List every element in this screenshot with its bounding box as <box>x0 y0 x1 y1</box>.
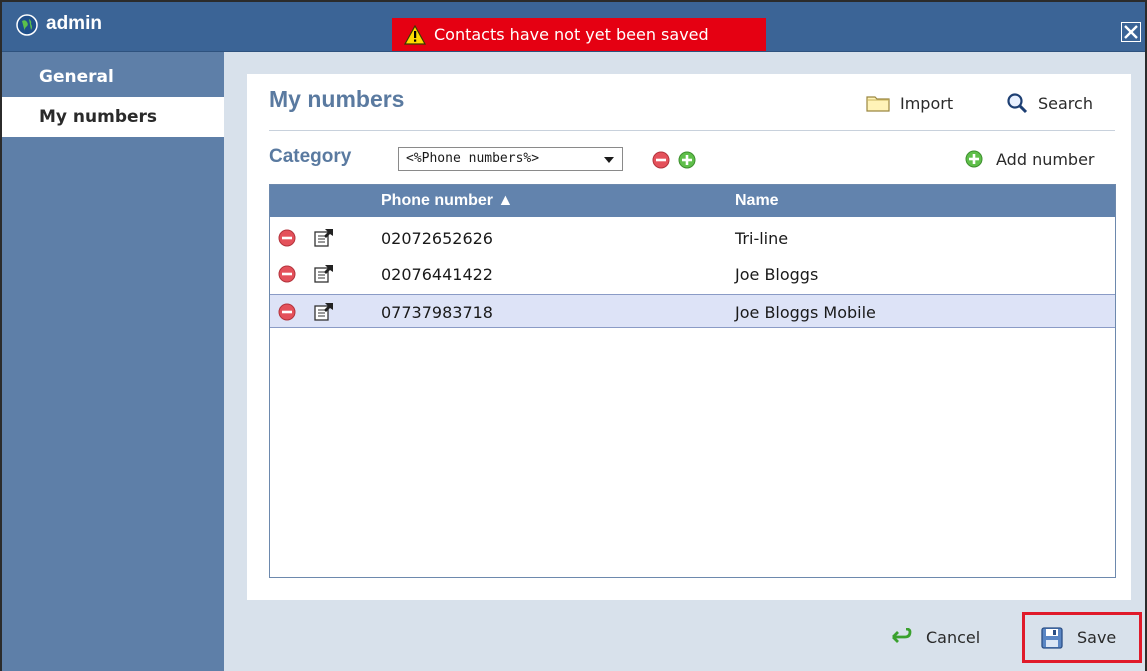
delete-icon[interactable] <box>278 229 296 247</box>
add-icon <box>965 150 983 168</box>
cell-name: Tri-line <box>735 229 789 248</box>
add-category-icon[interactable] <box>678 151 696 169</box>
warning-text: Contacts have not yet been saved <box>434 25 709 44</box>
folder-icon <box>866 96 890 112</box>
import-label: Import <box>900 93 954 113</box>
import-button[interactable]: Import <box>866 88 953 118</box>
cell-name: Joe Bloggs Mobile <box>735 303 876 322</box>
page-title: My numbers <box>269 86 405 112</box>
delete-icon[interactable] <box>278 265 296 283</box>
table-row[interactable]: 02076441422 Joe Bloggs <box>270 257 1115 291</box>
save-label: Save <box>1077 628 1117 647</box>
table-header: Phone number ▲ Name <box>270 185 1115 217</box>
add-number-label: Add number <box>996 149 1095 169</box>
sidebar-item-label: General <box>39 67 114 87</box>
save-button[interactable]: Save <box>1022 612 1142 663</box>
floppy-disk-icon <box>1041 626 1063 649</box>
remove-category-icon[interactable] <box>652 151 670 169</box>
close-button[interactable] <box>1121 22 1141 42</box>
table-row-selected[interactable]: 07737983718 Joe Bloggs Mobile <box>270 294 1115 328</box>
close-icon <box>1124 25 1138 39</box>
sidebar-item-label: My numbers <box>39 107 158 127</box>
search-icon <box>1007 93 1028 114</box>
column-header-phone-number[interactable]: Phone number ▲ <box>381 192 513 210</box>
chevron-down-icon <box>604 157 614 163</box>
undo-arrow-icon <box>892 628 912 643</box>
category-select[interactable]: <%Phone numbers%> <box>398 147 623 171</box>
sidebar: General My numbers <box>2 52 224 671</box>
divider <box>269 130 1115 131</box>
properties-icon[interactable] <box>313 301 335 321</box>
warning-icon <box>404 24 426 45</box>
cell-name: Joe Bloggs <box>735 265 819 284</box>
cell-phone-number: 07737983718 <box>381 303 493 322</box>
window-title: admin <box>46 13 102 34</box>
search-label: Search <box>1038 93 1093 113</box>
add-number-button[interactable]: Add number <box>965 147 1095 171</box>
sidebar-item-general[interactable]: General <box>2 58 224 96</box>
category-label: Category <box>269 146 352 167</box>
cancel-button[interactable]: Cancel <box>890 620 980 654</box>
numbers-table: Phone number ▲ Name 02072652626 Tri-line <box>269 184 1116 578</box>
cell-phone-number: 02072652626 <box>381 229 493 248</box>
title-bar: admin Contacts have not yet been saved <box>2 2 1145 52</box>
column-header-name[interactable]: Name <box>735 192 779 210</box>
properties-icon[interactable] <box>313 263 335 283</box>
cancel-label: Cancel <box>926 627 981 647</box>
globe-icon <box>16 14 38 36</box>
search-button[interactable]: Search <box>1006 88 1093 118</box>
table-row[interactable]: 02072652626 Tri-line <box>270 221 1115 255</box>
properties-icon[interactable] <box>313 227 335 247</box>
sidebar-item-my-numbers[interactable]: My numbers <box>2 97 224 137</box>
cell-phone-number: 02076441422 <box>381 265 493 284</box>
delete-icon[interactable] <box>278 303 296 321</box>
category-selected-value: <%Phone numbers%> <box>406 151 540 166</box>
unsaved-warning-banner: Contacts have not yet been saved <box>392 18 766 51</box>
